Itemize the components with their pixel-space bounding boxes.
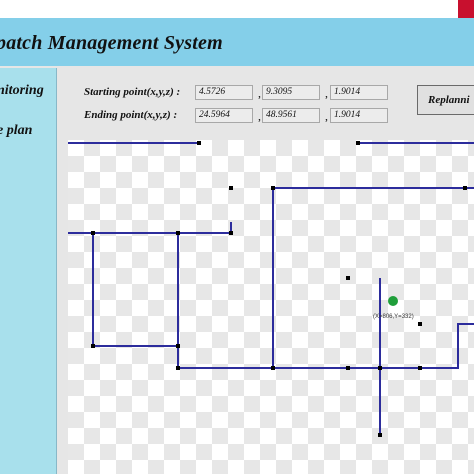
route-node	[378, 366, 382, 370]
map-svg: (X=806,Y=332)	[68, 140, 474, 474]
close-window-button[interactable]	[458, 0, 474, 18]
window-top-strip	[0, 0, 474, 18]
start-z-field[interactable]: 1.9014	[330, 85, 388, 100]
separator: ,	[325, 86, 328, 100]
start-x-field[interactable]: 4.5726	[195, 85, 253, 100]
route-node	[176, 344, 180, 348]
sidebar-item-monitoring[interactable]: nitoring	[0, 83, 44, 99]
route-node	[91, 344, 95, 348]
route-node	[463, 186, 467, 190]
route-node	[229, 231, 233, 235]
robot-position-marker	[388, 296, 398, 306]
route-node	[346, 276, 350, 280]
route-node	[271, 186, 275, 190]
route-node	[356, 141, 360, 145]
sidebar: nitoring e plan	[0, 68, 57, 474]
route-node	[176, 366, 180, 370]
map-canvas[interactable]: (X=806,Y=332)	[68, 140, 474, 474]
starting-point-label: Starting point(x,y,z) :	[84, 86, 181, 98]
replan-button[interactable]: Replanni	[417, 85, 474, 115]
route-node	[271, 366, 275, 370]
route-node	[418, 322, 422, 326]
route-node	[91, 231, 95, 235]
route-node	[197, 141, 201, 145]
separator: ,	[258, 86, 261, 100]
end-y-field[interactable]: 48.9561	[262, 108, 320, 123]
ending-point-label: Ending point(x,y,z) :	[84, 109, 178, 121]
route-node	[229, 186, 233, 190]
end-z-field[interactable]: 1.9014	[330, 108, 388, 123]
start-y-field[interactable]: 9.3095	[262, 85, 320, 100]
title-bar: patch Management System	[0, 18, 474, 66]
coordinate-readout: (X=806,Y=332)	[373, 314, 414, 320]
app-title: patch Management System	[0, 32, 223, 54]
end-x-field[interactable]: 24.5964	[195, 108, 253, 123]
separator: ,	[325, 109, 328, 123]
route-node	[378, 433, 382, 437]
sidebar-item-route-plan[interactable]: e plan	[0, 123, 32, 139]
route-node	[418, 366, 422, 370]
separator: ,	[258, 109, 261, 123]
map-background	[68, 140, 474, 474]
route-node	[176, 231, 180, 235]
route-node	[346, 366, 350, 370]
